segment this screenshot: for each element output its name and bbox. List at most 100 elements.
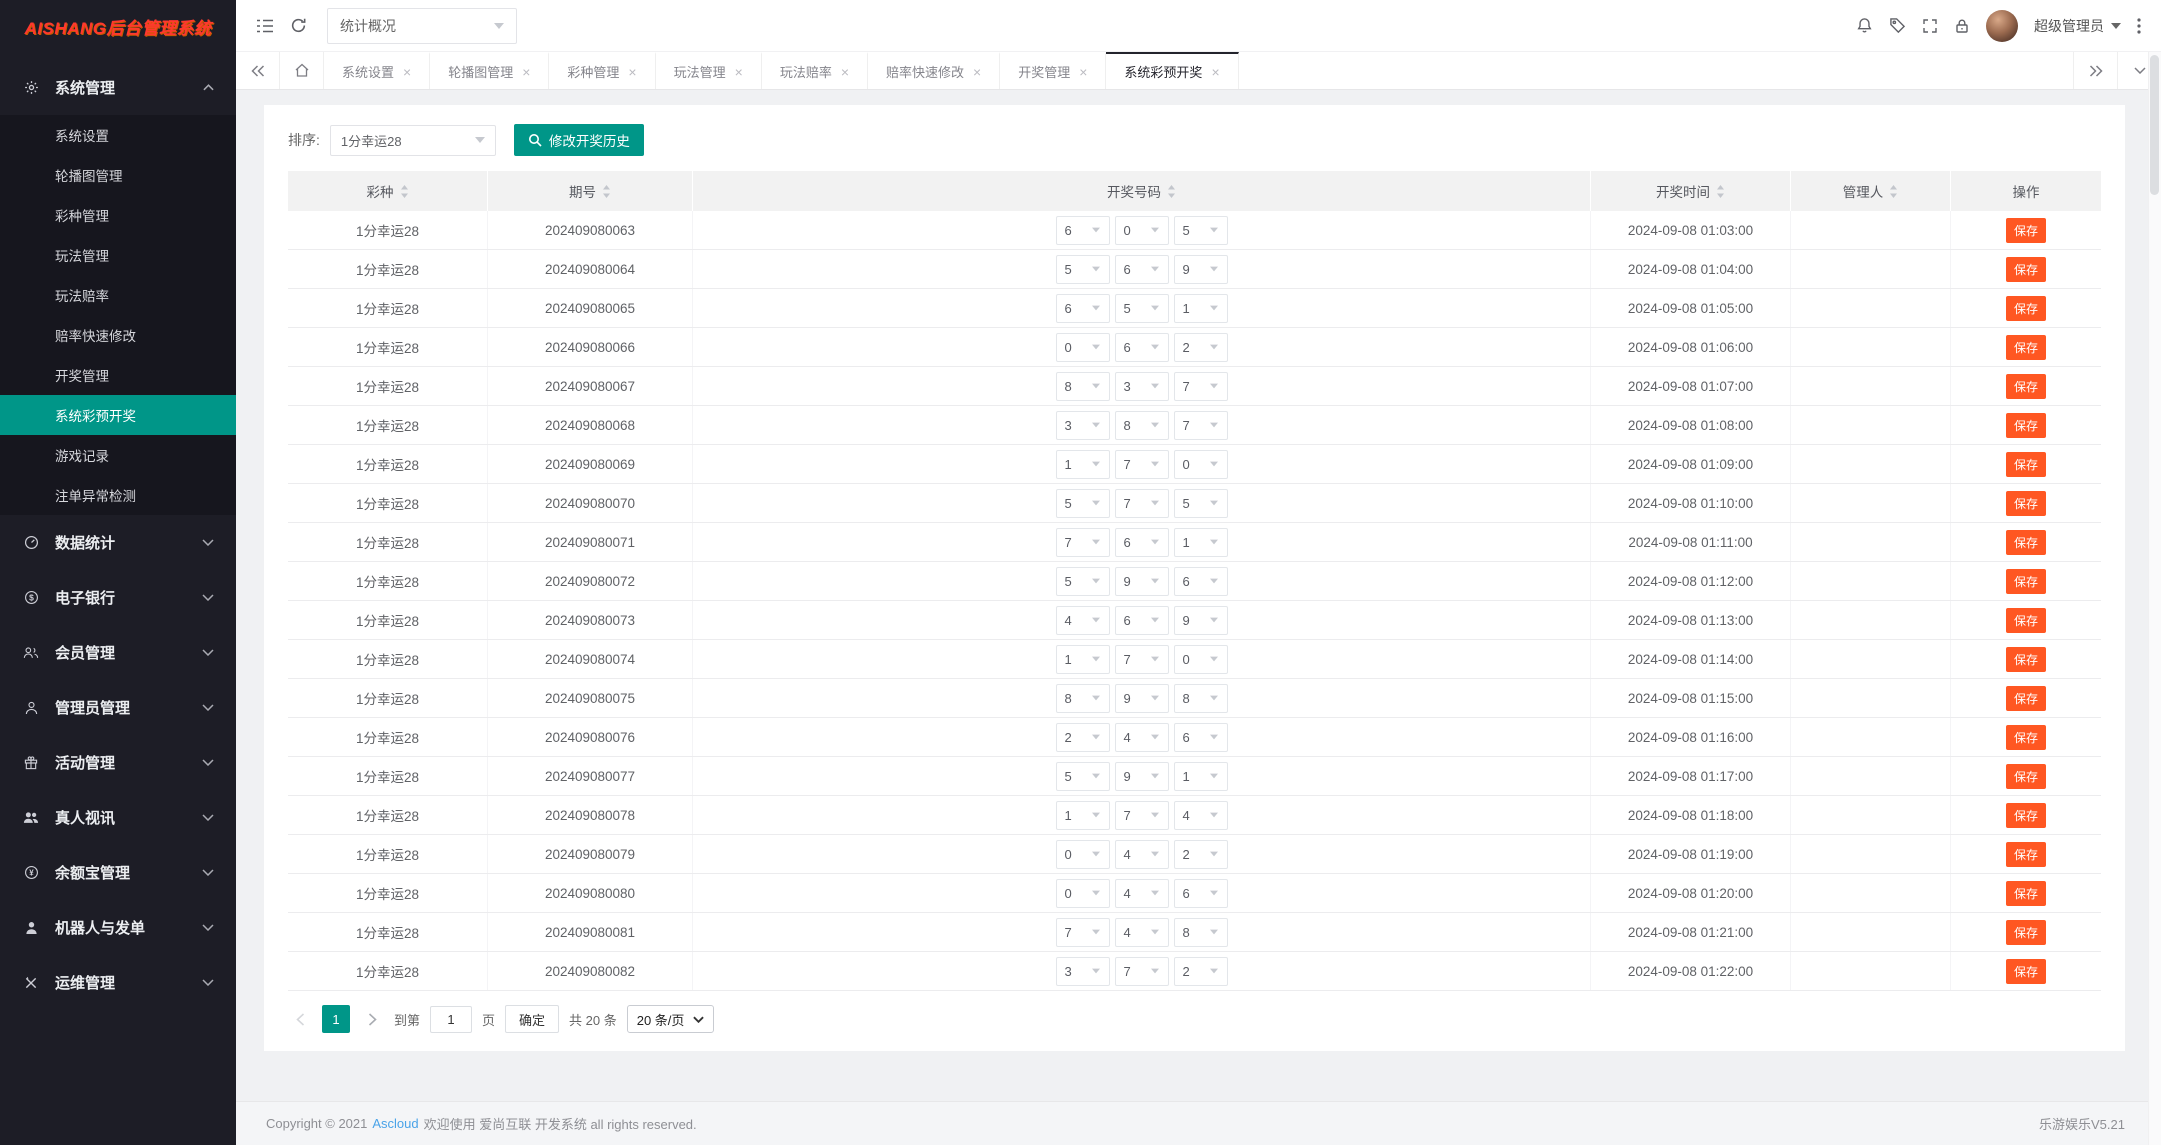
save-button[interactable]: 保存 <box>2006 608 2046 633</box>
number-select[interactable]: 6 <box>1174 879 1228 908</box>
sidebar-item[interactable]: 轮播图管理 <box>0 155 236 195</box>
tab[interactable]: 开奖管理× <box>1000 52 1106 89</box>
save-button[interactable]: 保存 <box>2006 881 2046 906</box>
number-select[interactable]: 9 <box>1174 606 1228 635</box>
number-select[interactable]: 5 <box>1174 489 1228 518</box>
save-button[interactable]: 保存 <box>2006 257 2046 282</box>
sort-icon[interactable] <box>1167 185 1176 198</box>
scrollbar-thumb[interactable] <box>2150 55 2159 195</box>
number-select[interactable]: 6 <box>1115 333 1169 362</box>
number-select[interactable]: 5 <box>1056 255 1110 284</box>
save-button[interactable]: 保存 <box>2006 413 2046 438</box>
number-select[interactable]: 0 <box>1115 216 1169 245</box>
number-select[interactable]: 1 <box>1174 294 1228 323</box>
number-select[interactable]: 4 <box>1115 918 1169 947</box>
tab-close-icon[interactable]: × <box>1211 65 1219 79</box>
prev-page-button[interactable] <box>288 1005 312 1033</box>
number-select[interactable]: 9 <box>1115 567 1169 596</box>
tab-close-icon[interactable]: × <box>628 65 636 79</box>
notifications-bell-icon[interactable] <box>1856 17 1873 34</box>
number-select[interactable]: 2 <box>1174 840 1228 869</box>
sidebar-group[interactable]: ¥余额宝管理 <box>0 845 236 900</box>
save-button[interactable]: 保存 <box>2006 335 2046 360</box>
number-select[interactable]: 7 <box>1174 372 1228 401</box>
sidebar-item[interactable]: 玩法赔率 <box>0 275 236 315</box>
page-size-select[interactable]: 20 条/页 <box>627 1005 715 1033</box>
sort-icon[interactable] <box>400 185 409 198</box>
edit-draw-history-button[interactable]: 修改开奖历史 <box>514 124 644 156</box>
sidebar-group[interactable]: 真人视讯 <box>0 790 236 845</box>
number-select[interactable]: 9 <box>1115 762 1169 791</box>
number-select[interactable]: 0 <box>1056 879 1110 908</box>
confirm-button[interactable]: 确定 <box>505 1005 559 1033</box>
sidebar-group[interactable]: 活动管理 <box>0 735 236 790</box>
sidebar-group[interactable]: 管理员管理 <box>0 680 236 735</box>
number-select[interactable]: 6 <box>1174 723 1228 752</box>
goto-page-input[interactable] <box>430 1006 472 1033</box>
save-button[interactable]: 保存 <box>2006 569 2046 594</box>
lottery-type-select[interactable]: 1分幸运28 <box>330 125 496 156</box>
number-select[interactable]: 3 <box>1056 411 1110 440</box>
refresh-icon[interactable] <box>290 17 307 34</box>
save-button[interactable]: 保存 <box>2006 842 2046 867</box>
tab-close-icon[interactable]: × <box>522 65 530 79</box>
tab-close-icon[interactable]: × <box>735 65 743 79</box>
save-button[interactable]: 保存 <box>2006 920 2046 945</box>
number-select[interactable]: 7 <box>1115 450 1169 479</box>
sidebar-group[interactable]: 数据统计 <box>0 515 236 570</box>
sidebar-item[interactable]: 系统设置 <box>0 115 236 155</box>
number-select[interactable]: 9 <box>1174 255 1228 284</box>
number-select[interactable]: 1 <box>1056 645 1110 674</box>
number-select[interactable]: 0 <box>1174 645 1228 674</box>
save-button[interactable]: 保存 <box>2006 959 2046 984</box>
number-select[interactable]: 7 <box>1056 528 1110 557</box>
sidebar-item[interactable]: 注单异常检测 <box>0 475 236 515</box>
number-select[interactable]: 5 <box>1056 489 1110 518</box>
sidebar-group[interactable]: $电子银行 <box>0 570 236 625</box>
tab[interactable]: 玩法管理× <box>656 52 762 89</box>
number-select[interactable]: 8 <box>1056 684 1110 713</box>
number-select[interactable]: 1 <box>1174 528 1228 557</box>
nav-select[interactable]: 统计概况 <box>327 8 517 44</box>
ascloud-link[interactable]: Ascloud <box>372 1116 418 1131</box>
number-select[interactable]: 7 <box>1115 801 1169 830</box>
sidebar-item[interactable]: 彩种管理 <box>0 195 236 235</box>
vertical-scrollbar[interactable] <box>2148 52 2161 1145</box>
number-select[interactable]: 7 <box>1174 411 1228 440</box>
save-button[interactable]: 保存 <box>2006 725 2046 750</box>
save-button[interactable]: 保存 <box>2006 374 2046 399</box>
kebab-menu-icon[interactable] <box>2137 18 2141 34</box>
number-select[interactable]: 0 <box>1056 333 1110 362</box>
tab[interactable]: 赔率快速修改× <box>868 52 1000 89</box>
user-menu[interactable]: 超级管理员 <box>2034 16 2121 36</box>
tab[interactable]: 玩法赔率× <box>762 52 868 89</box>
number-select[interactable]: 6 <box>1056 294 1110 323</box>
number-select[interactable]: 7 <box>1115 645 1169 674</box>
sidebar-group[interactable]: 系统管理 <box>0 60 236 115</box>
sort-icon[interactable] <box>1889 185 1898 198</box>
save-button[interactable]: 保存 <box>2006 530 2046 555</box>
number-select[interactable]: 8 <box>1174 684 1228 713</box>
number-select[interactable]: 8 <box>1115 411 1169 440</box>
number-select[interactable]: 2 <box>1056 723 1110 752</box>
sort-icon[interactable] <box>1716 185 1725 198</box>
save-button[interactable]: 保存 <box>2006 452 2046 477</box>
number-select[interactable]: 5 <box>1174 216 1228 245</box>
lock-icon[interactable] <box>1954 18 1970 34</box>
number-select[interactable]: 9 <box>1115 684 1169 713</box>
tabs-scroll-left-icon[interactable] <box>236 52 280 89</box>
sidebar-item[interactable]: 系统彩预开奖 <box>0 395 236 435</box>
save-button[interactable]: 保存 <box>2006 647 2046 672</box>
number-select[interactable]: 4 <box>1056 606 1110 635</box>
sidebar-item[interactable]: 赔率快速修改 <box>0 315 236 355</box>
tabs-scroll-right-icon[interactable] <box>2073 52 2117 89</box>
number-select[interactable]: 1 <box>1056 801 1110 830</box>
sidebar-group[interactable]: 运维管理 <box>0 955 236 1010</box>
number-select[interactable]: 6 <box>1115 255 1169 284</box>
number-select[interactable]: 4 <box>1174 801 1228 830</box>
tab-close-icon[interactable]: × <box>1079 65 1087 79</box>
save-button[interactable]: 保存 <box>2006 218 2046 243</box>
tag-icon[interactable] <box>1889 17 1906 34</box>
number-select[interactable]: 7 <box>1115 489 1169 518</box>
number-select[interactable]: 6 <box>1115 606 1169 635</box>
